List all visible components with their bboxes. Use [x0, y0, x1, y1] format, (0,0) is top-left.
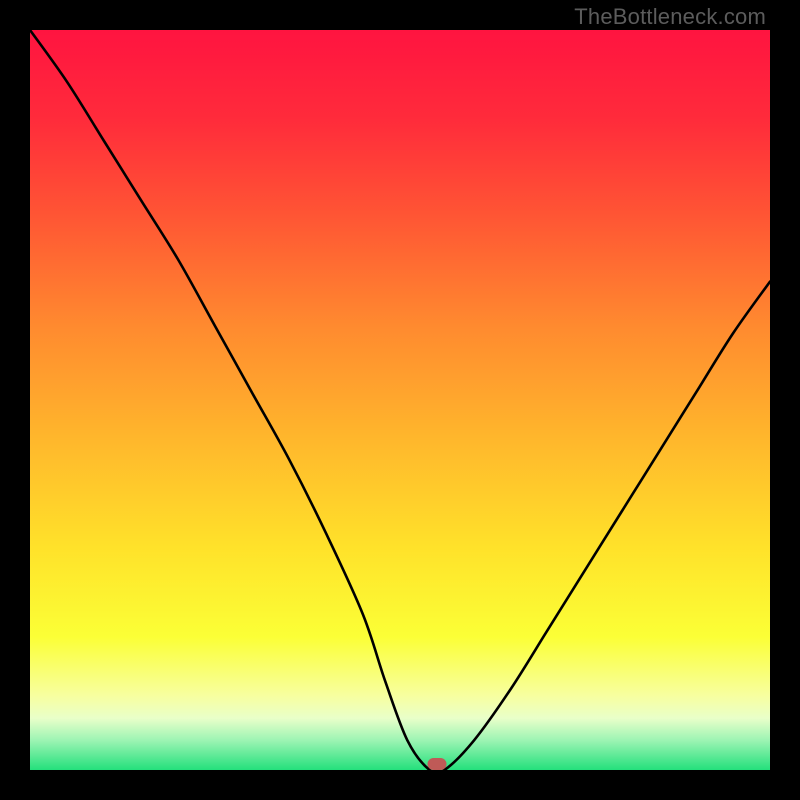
optimal-marker — [428, 758, 447, 770]
chart-frame: TheBottleneck.com — [0, 0, 800, 800]
watermark-text: TheBottleneck.com — [574, 4, 766, 30]
plot-area — [30, 30, 770, 770]
background-gradient — [30, 30, 770, 770]
